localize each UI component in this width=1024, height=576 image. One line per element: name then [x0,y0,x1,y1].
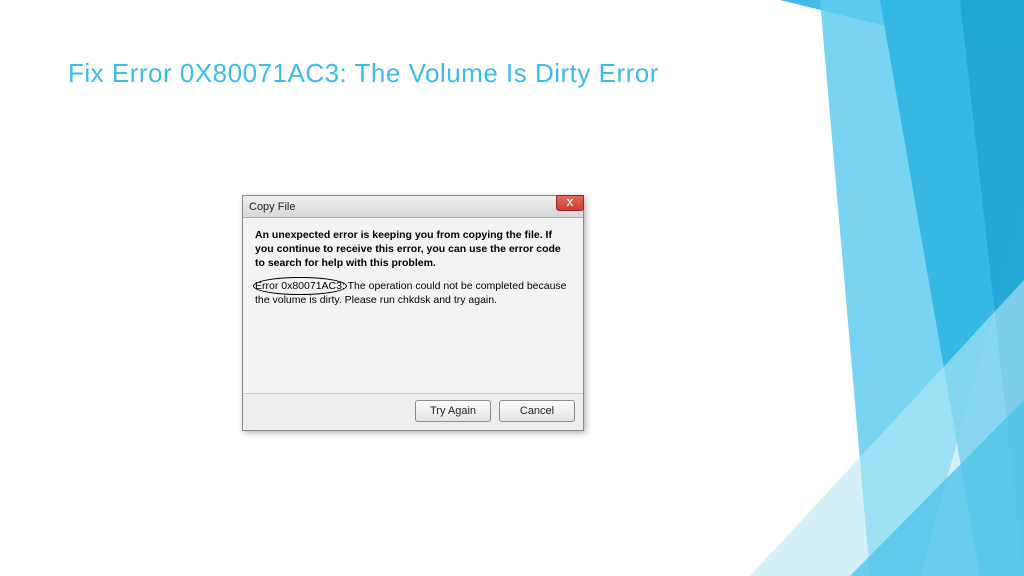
dialog-body: An unexpected error is keeping you from … [243,218,583,393]
copy-file-dialog: Copy File X An unexpected error is keepi… [242,195,584,431]
try-again-button[interactable]: Try Again [415,400,491,422]
dialog-error-line: Error 0x80071AC3: The operation could no… [255,279,571,307]
dialog-title-text: Copy File [249,201,295,213]
dialog-titlebar: Copy File X [243,196,583,218]
dialog-message: An unexpected error is keeping you from … [255,228,571,271]
dialog-button-row: Try Again Cancel [243,393,583,430]
slide-title: Fix Error 0X80071AC3: The Volume Is Dirt… [68,58,659,89]
close-button[interactable]: X [556,195,584,211]
close-icon: X [567,198,574,209]
error-code-label: Error 0x80071AC3: [255,279,345,293]
cancel-button[interactable]: Cancel [499,400,575,422]
